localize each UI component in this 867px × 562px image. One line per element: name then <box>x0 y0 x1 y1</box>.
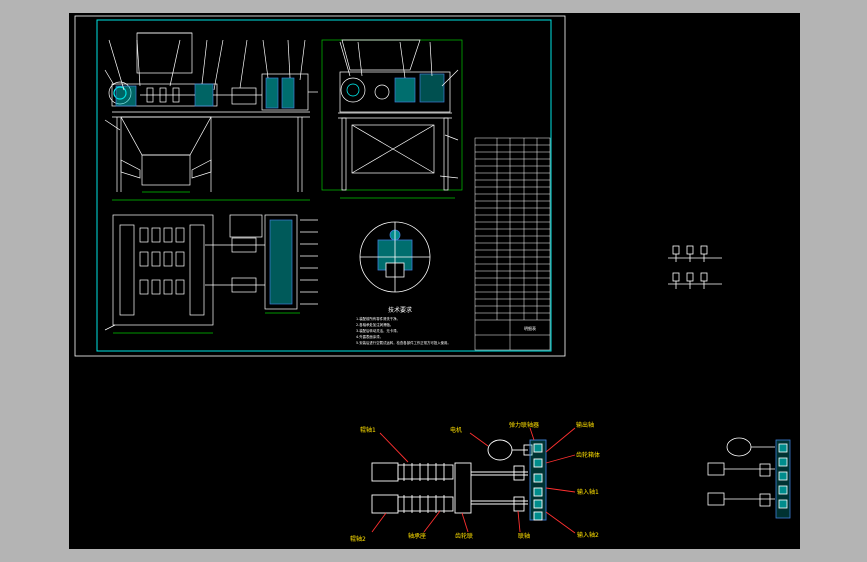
label-gear-box: 齿轮箱体 <box>576 451 600 459</box>
gear <box>778 499 788 509</box>
tech-requirement-line: 5.安装后进行空载试运转，检查各部件工作正常方可投入使用。 <box>356 340 451 345</box>
tech-requirement-line: 1.装配前所有零件清洗干净。 <box>356 316 400 321</box>
label-input-shaft1: 输入轴1 <box>577 488 599 496</box>
gear <box>778 457 788 467</box>
label-output-shaft: 输出轴 <box>576 421 594 429</box>
label-roller2: 辊轴2 <box>350 535 366 543</box>
detail-view <box>359 221 431 293</box>
label-motor: 电机 <box>450 426 462 434</box>
gear <box>778 471 788 481</box>
gear <box>533 511 543 521</box>
gear <box>533 487 543 497</box>
gear <box>533 458 543 468</box>
bom-title: 明细表 <box>524 325 536 331</box>
label-shaft-coupling: 联轴 <box>518 532 530 540</box>
gear <box>778 443 788 453</box>
tech-requirement-line: 3.装配后转动灵活，无卡滞。 <box>356 328 400 333</box>
gear <box>533 499 543 509</box>
tech-requirement-line: 2.各轴承处加注润滑脂。 <box>356 322 393 327</box>
gear <box>533 473 543 483</box>
gear <box>533 443 543 453</box>
label-bearing-seat: 轴承座 <box>408 532 426 540</box>
cad-drawing-canvas: 技术要求 1.装配前所有零件清洗干净。 2.各轴承处加注润滑脂。 3.装配后转动… <box>69 13 800 549</box>
gear <box>778 485 788 495</box>
label-gear-coupling: 齿轮联 <box>455 532 473 540</box>
label-roller1: 辊轴1 <box>360 426 376 434</box>
tech-requirements-title: 技术要求 <box>388 306 412 314</box>
tech-requirement-line: 4.外露表面涂漆。 <box>356 334 383 339</box>
label-coupling: 弹力联轴器 <box>509 421 539 429</box>
label-input-shaft2: 输入轴2 <box>577 531 599 539</box>
